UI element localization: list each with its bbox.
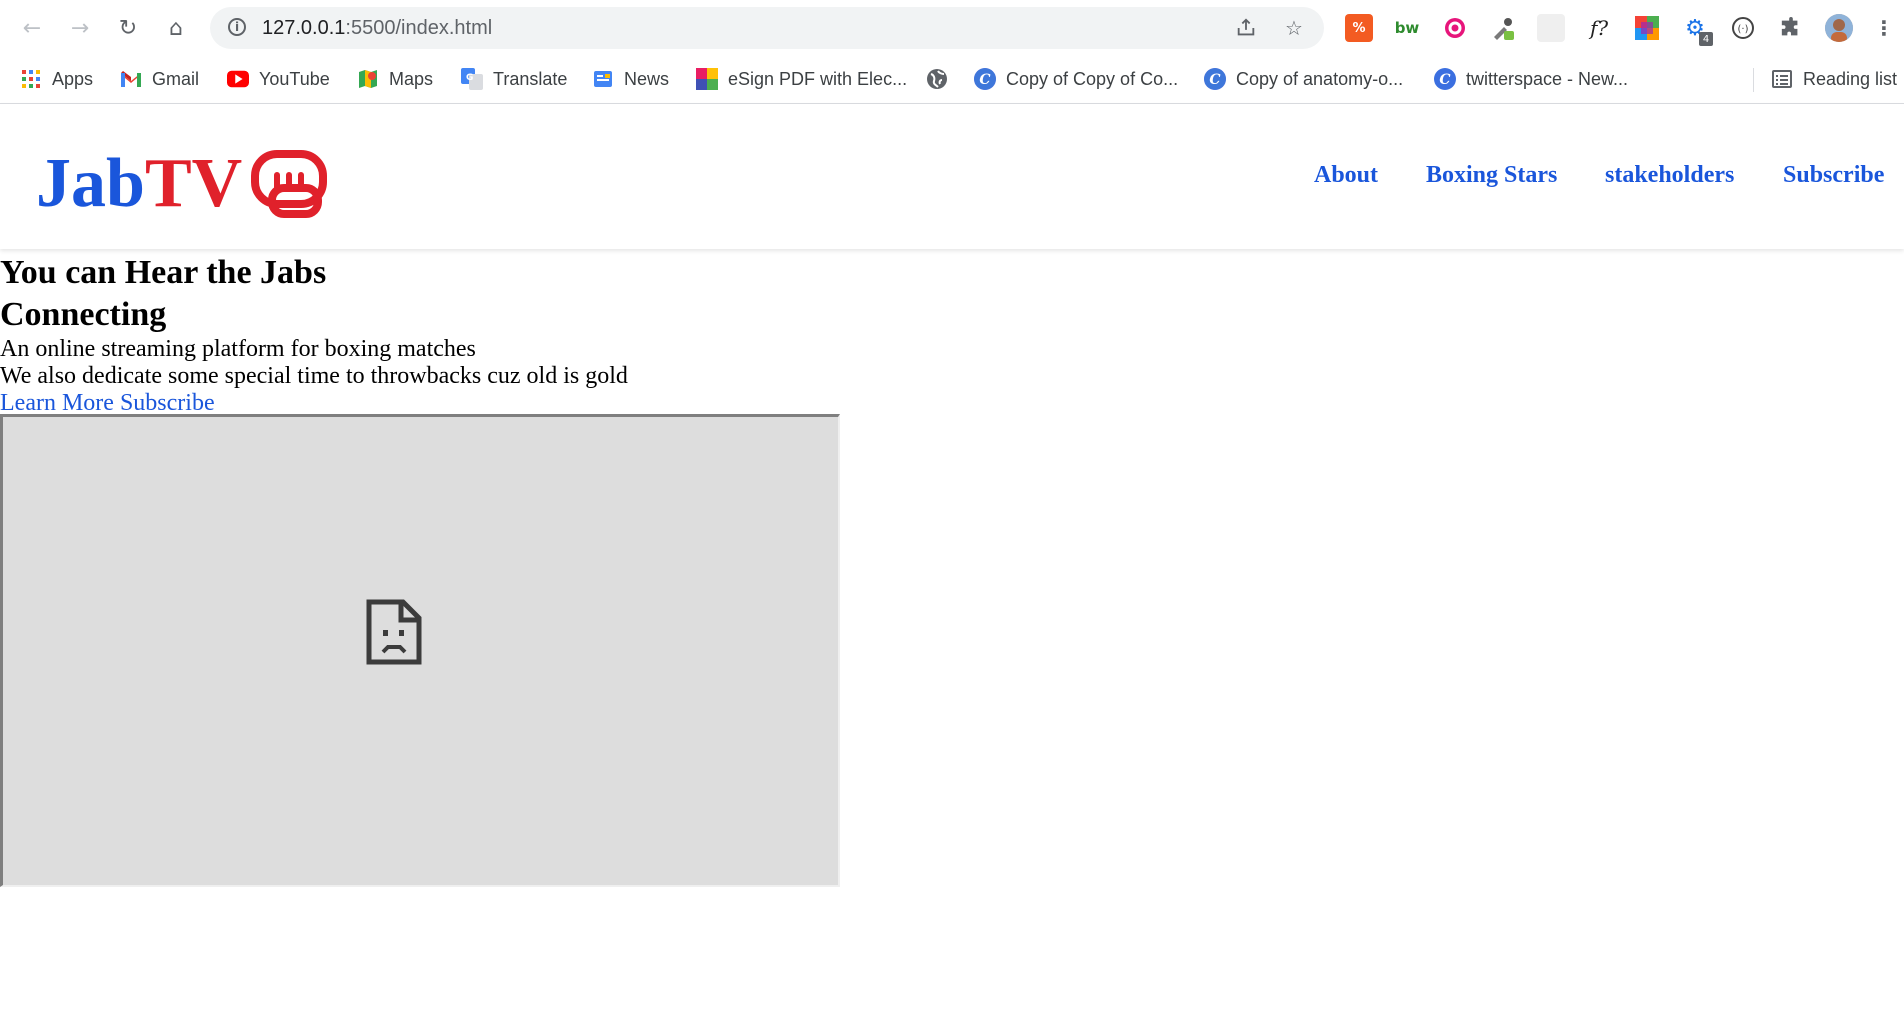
hero-subheading: Connecting xyxy=(0,296,167,333)
share-icon[interactable] xyxy=(1234,16,1258,40)
canva-icon: C xyxy=(974,68,996,90)
svg-text:C: C xyxy=(979,72,990,88)
learn-more-link[interactable]: Learn More xyxy=(0,390,114,416)
home-icon[interactable]: ⌂ xyxy=(160,12,192,44)
canva-icon: C xyxy=(1434,68,1456,90)
reading-list-label: Reading list xyxy=(1803,68,1898,89)
nav-stakeholders[interactable]: stakeholders xyxy=(1605,162,1734,189)
bookmark-translate[interactable]: G Translate xyxy=(461,66,567,92)
bookmark-label: twitterspace - New... xyxy=(1466,68,1629,89)
hero-heading: You can Hear the Jabs xyxy=(0,254,327,291)
bookmark-label: Apps xyxy=(52,68,94,89)
nav-subscribe[interactable]: Subscribe xyxy=(1783,162,1884,189)
gmail-icon xyxy=(120,68,142,90)
hero-throwback-text: We also dedicate some special time to th… xyxy=(0,363,628,389)
bookmark-label: eSign PDF with Elec... xyxy=(728,68,908,89)
bookmark-news[interactable]: News xyxy=(592,66,669,92)
bookmark-label: YouTube xyxy=(259,68,330,89)
logo-jab-text: Jab xyxy=(36,145,145,222)
broken-page-icon xyxy=(366,599,422,665)
hero-section: You can Hear the Jabs Connecting An onli… xyxy=(0,252,628,417)
bookmark-twitterspace[interactable]: C twitterspace - New... xyxy=(1434,66,1628,92)
subscribe-link[interactable]: Subscribe xyxy=(120,390,215,416)
browser-toolbar: ← → ↻ ⌂ i 127.0.0.1:5500/index.html ☆ % … xyxy=(0,0,1904,56)
canva-icon: C xyxy=(1204,68,1226,90)
extension-fonts-icon[interactable]: f? xyxy=(1585,14,1613,42)
url-path: :5500/index.html xyxy=(345,17,493,39)
bookmark-gmail[interactable]: Gmail xyxy=(120,66,199,92)
bookmark-label: Translate xyxy=(493,68,568,89)
bookmarks-divider xyxy=(1753,68,1754,92)
bookmark-youtube[interactable]: YouTube xyxy=(227,66,330,92)
bookmarks-bar: Apps Gmail YouTube Maps G Translate News xyxy=(0,56,1904,104)
nav-boxing-stars[interactable]: Boxing Stars xyxy=(1426,162,1557,189)
extension-bw-icon[interactable]: bw xyxy=(1393,14,1421,42)
extension-colorgrid-icon[interactable] xyxy=(1633,14,1661,42)
nav-about[interactable]: About xyxy=(1314,162,1378,189)
address-bar[interactable]: i 127.0.0.1:5500/index.html ☆ xyxy=(210,7,1324,49)
extension-eyedropper-icon[interactable] xyxy=(1489,14,1517,42)
svg-text:C: C xyxy=(1209,72,1220,88)
apps-grid-icon xyxy=(20,68,42,90)
extension-record-icon[interactable] xyxy=(1441,14,1469,42)
hero-description: An online streaming platform for boxing … xyxy=(0,336,476,362)
news-icon xyxy=(592,68,614,90)
bookmark-globe[interactable] xyxy=(926,66,948,92)
bookmark-label: Gmail xyxy=(152,68,200,89)
bookmark-maps[interactable]: Maps xyxy=(357,66,433,92)
site-header: Jab TV About Boxing Stars stakeholders Su… xyxy=(0,104,1904,249)
bookmark-canva-2[interactable]: C Copy of anatomy-o... xyxy=(1204,66,1403,92)
globe-icon xyxy=(926,68,948,90)
hero-links: Learn More Subscribe xyxy=(0,390,628,417)
bookmark-label: Copy of Copy of Co... xyxy=(1006,68,1179,89)
back-arrow-icon[interactable]: ← xyxy=(16,12,48,44)
url-text[interactable]: 127.0.0.1:5500/index.html xyxy=(262,17,492,40)
bookmark-label: Copy of anatomy-o... xyxy=(1236,68,1404,89)
fist-icon xyxy=(251,150,328,218)
extension-gear-icon[interactable]: ⚙ 4 xyxy=(1681,14,1713,46)
reload-icon[interactable]: ↻ xyxy=(112,12,144,44)
translate-icon: G xyxy=(461,68,483,90)
bookmark-apps[interactable]: Apps xyxy=(20,66,93,92)
bookmark-label: Maps xyxy=(389,68,434,89)
extension-blank-icon[interactable] xyxy=(1537,14,1565,42)
forward-arrow-icon[interactable]: → xyxy=(64,12,96,44)
url-host: 127.0.0.1 xyxy=(262,17,346,39)
menu-kebab-icon[interactable]: ⋮ xyxy=(1870,14,1898,42)
reading-list-icon xyxy=(1771,68,1793,90)
bookmark-star-icon[interactable]: ☆ xyxy=(1282,16,1306,40)
logo-tv-text: TV xyxy=(144,145,243,222)
bookmark-esign[interactable]: eSign PDF with Elec... xyxy=(696,66,907,92)
reading-list-button[interactable]: Reading list xyxy=(1771,66,1897,92)
bookmark-label: News xyxy=(624,68,670,89)
svg-text:C: C xyxy=(1439,72,1450,88)
youtube-icon xyxy=(227,68,249,90)
svg-text:(·): (·) xyxy=(1738,24,1749,35)
bookmark-canva-1[interactable]: C Copy of Copy of Co... xyxy=(974,66,1178,92)
extension-todoist-icon[interactable]: % xyxy=(1345,14,1373,42)
extension-badge: 4 xyxy=(1699,32,1713,46)
esign-icon xyxy=(696,68,718,90)
svg-text:G: G xyxy=(466,73,473,83)
profile-avatar[interactable] xyxy=(1825,14,1853,42)
maps-icon xyxy=(357,68,379,90)
puzzle-extensions-icon[interactable] xyxy=(1777,14,1805,42)
video-iframe[interactable] xyxy=(0,414,840,887)
site-logo[interactable]: Jab TV xyxy=(36,144,330,224)
extension-code-icon[interactable]: (·) xyxy=(1729,14,1757,42)
site-info-icon[interactable]: i xyxy=(228,18,246,36)
